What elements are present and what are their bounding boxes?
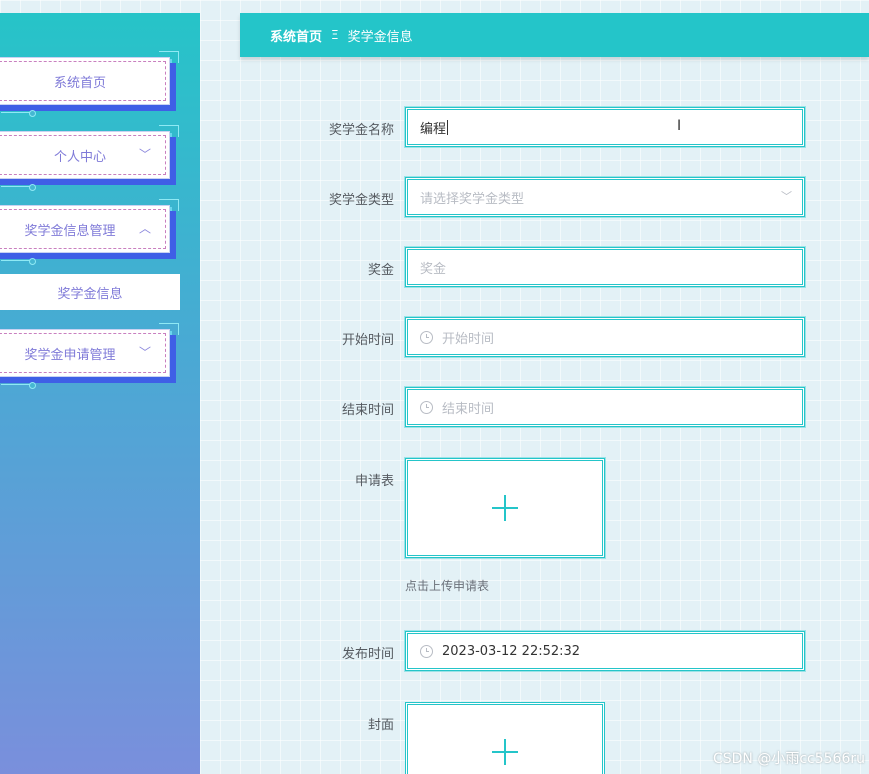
plus-icon (492, 738, 518, 765)
sidebar-item-label: 奖学金信息管理 (24, 223, 116, 239)
sidebar-item-home[interactable]: 系统首页 (0, 51, 179, 117)
field-label: 封面 (367, 718, 394, 733)
sidebar-item-scholarship-info-management[interactable]: 奖学金信息管理 ︿ (0, 199, 179, 265)
breadcrumb: 系统首页 Ξ 奖学金信息 (240, 13, 869, 57)
sidebar-item-label: 系统首页 (53, 75, 106, 91)
sidebar-item-personal-center[interactable]: 个人中心 ﹀ (0, 125, 179, 191)
cover-upload[interactable] (405, 702, 605, 774)
breadcrumb-current: 奖学金信息 (347, 29, 413, 45)
breadcrumb-home[interactable]: 系统首页 (270, 26, 322, 45)
field-label: 发布时间 (341, 647, 394, 662)
clock-icon (420, 644, 433, 658)
amount-input[interactable]: 奖金 (404, 246, 806, 288)
text-cursor-icon: I (677, 118, 682, 134)
sidebar-subitem-scholarship-info[interactable]: 奖学金信息 (0, 274, 180, 310)
plus-icon (492, 495, 518, 521)
clock-icon (420, 400, 433, 414)
sidebar-item-label: 奖学金申请管理 (24, 347, 116, 363)
breadcrumb-separator-icon: Ξ (331, 28, 339, 42)
chevron-up-icon: ︿ (138, 221, 151, 236)
field-label: 开始时间 (341, 333, 394, 348)
scholarship-type-select[interactable]: 请选择奖学金类型 ﹀ (404, 176, 806, 218)
field-label: 奖学金类型 (328, 193, 394, 208)
end-time-picker[interactable]: 结束时间 (404, 386, 806, 428)
chevron-down-icon: ﹀ (781, 190, 792, 204)
field-label: 奖金 (367, 263, 394, 278)
chevron-down-icon: ﹀ (138, 345, 151, 360)
field-label: 结束时间 (341, 403, 394, 418)
sidebar: 系统首页 个人中心 ﹀ 奖学金信息管理 ︿ 奖学金信息 奖学金申请管理 ﹀ (0, 13, 200, 774)
publish-time-picker[interactable]: 2023-03-12 22:52:32 (404, 630, 806, 672)
start-time-picker[interactable]: 开始时间 (404, 316, 806, 358)
scholarship-name-input[interactable]: 编程 I (404, 106, 806, 148)
chevron-down-icon: ﹀ (138, 147, 151, 162)
field-label: 申请表 (354, 474, 394, 489)
application-form-upload[interactable] (404, 457, 606, 559)
field-label: 奖学金名称 (328, 123, 394, 138)
sidebar-item-scholarship-application-management[interactable]: 奖学金申请管理 ﹀ (0, 323, 179, 389)
upload-hint: 点击上传申请表 (405, 579, 490, 593)
watermark: CSDN @小雨cc5566ru (712, 751, 865, 767)
sidebar-item-label: 个人中心 (53, 149, 106, 165)
clock-icon (420, 330, 433, 344)
